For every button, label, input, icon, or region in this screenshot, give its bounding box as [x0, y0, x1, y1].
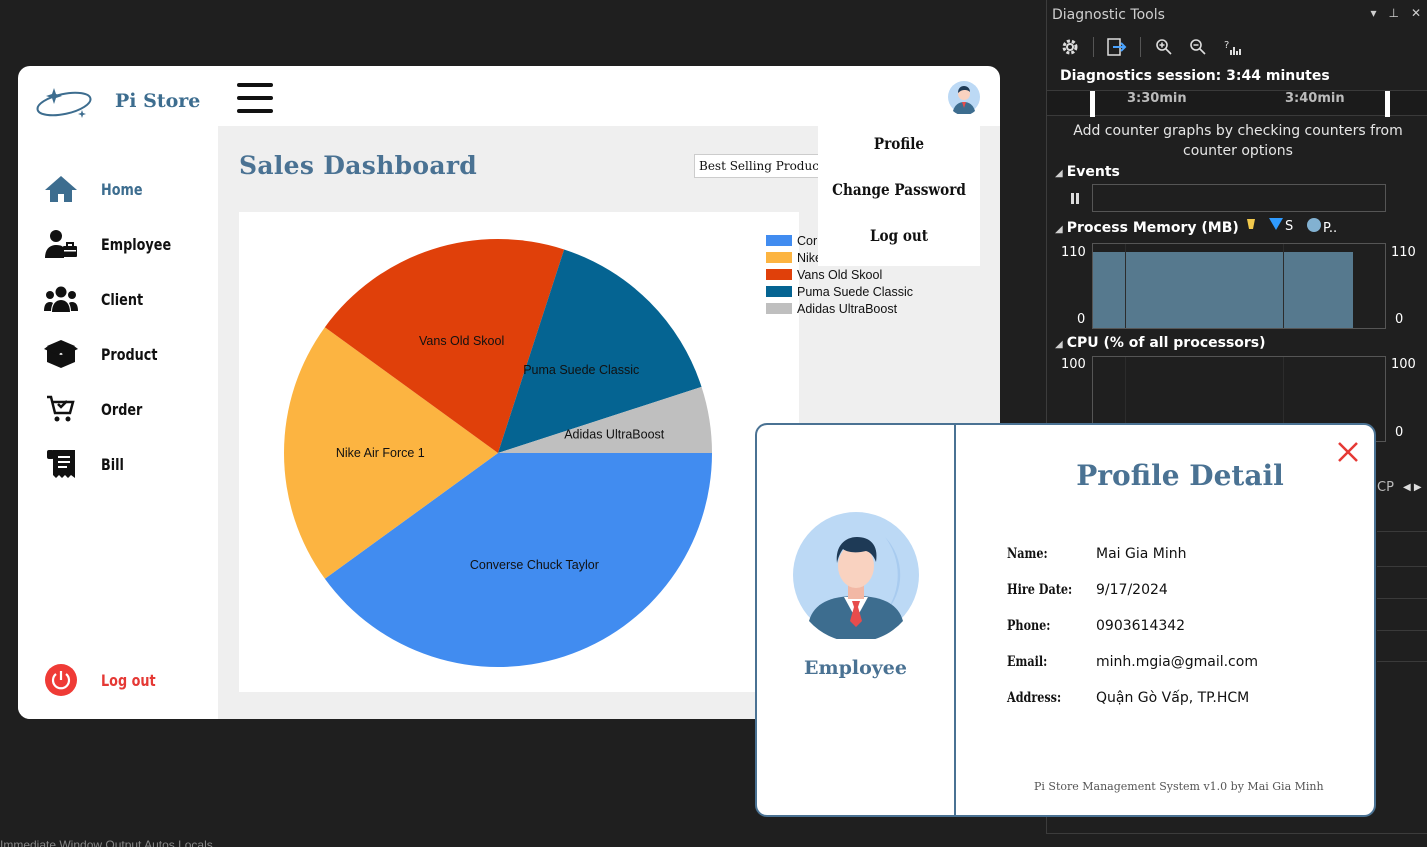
snapshot-marker-icon — [1246, 218, 1256, 236]
profile-field-address: Address: Quận Gò Vấp, TP.HCM — [1007, 690, 1250, 706]
menu-item-profile[interactable]: Profile — [830, 134, 968, 153]
employee-icon — [42, 227, 80, 261]
hamburger-menu-icon[interactable] — [237, 83, 273, 113]
pause-icon[interactable] — [1071, 193, 1081, 204]
legend-swatch — [766, 269, 792, 280]
legend-swatch — [766, 286, 792, 297]
sidebar-item-order[interactable]: Order — [42, 392, 142, 426]
legend-swatch — [766, 252, 792, 263]
product-icon — [42, 337, 80, 371]
memory-legend-s: S — [1269, 218, 1293, 234]
user-avatar-button[interactable] — [947, 80, 981, 116]
timeline-tick: 3:30min — [1127, 91, 1187, 106]
zoom-out-icon[interactable] — [1187, 36, 1209, 58]
pie-slice-label: Converse Chuck Taylor — [470, 558, 599, 572]
power-icon — [42, 663, 80, 697]
memory-graph — [1092, 243, 1386, 329]
cpu-axis-max: 100 — [1061, 357, 1086, 372]
diagnostic-toolbar: ? — [1059, 36, 1243, 58]
memory-axis-min: 0 — [1077, 312, 1086, 327]
diagnostic-tools-title: Diagnostic Tools — [1052, 7, 1165, 23]
menu-item-logout[interactable]: Log out — [830, 226, 968, 245]
timeline-start-handle[interactable] — [1090, 91, 1095, 117]
app-footer-credit: Pi Store Management System v1.0 by Mai G… — [1034, 780, 1324, 793]
store-logo — [34, 80, 94, 122]
profile-field-hire-date: Hire Date: 9/17/2024 — [1007, 582, 1168, 598]
close-icon[interactable] — [1337, 441, 1359, 463]
counter-hint: Add counter graphs by checking counters … — [1073, 123, 1403, 159]
memory-axis-max-right: 110 — [1391, 245, 1416, 260]
events-track — [1092, 184, 1386, 212]
tab-scroll-arrows-icon[interactable]: ◀ ▶ — [1403, 482, 1422, 493]
pie-slice-label: Adidas UltraBoost — [564, 428, 665, 442]
cpu-tab[interactable]: CP — [1377, 480, 1394, 495]
export-icon[interactable] — [1106, 36, 1128, 58]
dialog-title: Profile Detail — [1076, 459, 1284, 492]
session-duration: Diagnostics session: 3:44 minutes — [1060, 68, 1330, 84]
legend-item: Adidas UltraBoost — [766, 300, 913, 317]
order-icon — [42, 392, 80, 426]
cpu-axis-max-right: 100 — [1391, 357, 1416, 372]
sidebar-item-home[interactable]: Home — [42, 172, 143, 206]
menu-item-change-password[interactable]: Change Password — [830, 180, 968, 199]
profile-field-phone: Phone: 0903614342 — [1007, 618, 1186, 634]
profile-dropdown-menu: Profile Change Password Log out — [818, 126, 980, 266]
home-icon — [42, 172, 80, 206]
report-type-select[interactable]: Best Selling Products — [694, 154, 824, 178]
timeline-ruler[interactable]: 3:30min 3:40min — [1047, 90, 1427, 117]
panel-window-buttons: ▾ ⊥ ✕ — [1370, 6, 1421, 20]
settings-gear-icon[interactable] — [1059, 36, 1081, 58]
profile-detail-dialog: Employee Profile Detail Name: Mai Gia Mi… — [755, 423, 1376, 817]
memory-axis-max: 110 — [1061, 245, 1086, 260]
memory-axis-min-right: 0 — [1395, 312, 1404, 327]
zoom-in-icon[interactable] — [1153, 36, 1175, 58]
svg-text:?: ? — [1224, 40, 1229, 51]
profile-field-name: Name: Mai Gia Minh — [1007, 546, 1187, 562]
legend-item: Puma Suede Classic — [766, 283, 913, 300]
collapse-triangle-icon: ◢ — [1055, 224, 1063, 235]
events-section-header[interactable]: ◢ Events — [1055, 164, 1120, 180]
sidebar-item-employee[interactable]: Employee — [42, 227, 171, 261]
pie-chart-container: Converse Chuck Taylor Nike Air Force 1 Van… — [239, 212, 913, 692]
close-icon[interactable]: ✕ — [1411, 6, 1421, 20]
sidebar-item-bill[interactable]: Bill — [42, 447, 124, 481]
sidebar-item-product[interactable]: Product — [42, 337, 157, 371]
dropdown-arrow-icon[interactable]: ▾ — [1370, 6, 1376, 20]
pie-slice-label: Puma Suede Classic — [523, 363, 639, 377]
pin-icon[interactable]: ⊥ — [1388, 6, 1398, 20]
memory-usage-area — [1093, 252, 1353, 328]
sidebar-item-client[interactable]: Client — [42, 282, 143, 316]
collapse-triangle-icon: ◢ — [1055, 168, 1063, 179]
employee-avatar — [792, 511, 920, 643]
timeline-tick: 3:40min — [1285, 91, 1345, 106]
legend-item: Vans Old Skool — [766, 266, 913, 283]
profile-field-email: Email: minh.mgia@gmail.com — [1007, 654, 1258, 670]
cpu-axis-min-right: 0 — [1395, 425, 1404, 440]
pie-slice-label: Nike Air Force 1 — [336, 446, 425, 460]
pie-slice-label: Vans Old Skool — [419, 334, 504, 348]
chart-help-icon[interactable]: ? — [1221, 36, 1243, 58]
client-icon — [42, 282, 80, 316]
sidebar-logout-button[interactable]: Log out — [42, 663, 156, 697]
memory-section-header[interactable]: ◢ Process Memory (MB) — [1055, 220, 1239, 236]
bill-icon — [42, 447, 80, 481]
legend-swatch — [766, 303, 792, 314]
store-name: Pi Store — [115, 90, 201, 112]
memory-legend-p: P.. — [1307, 218, 1337, 236]
sidebar: Home Employee Client Product Order Bill … — [18, 126, 218, 719]
bottom-tool-window-tabs[interactable]: Immediate Window Output Autos Locals — [0, 838, 213, 847]
timeline-end-handle[interactable] — [1385, 91, 1390, 117]
employee-role: Employee — [804, 657, 907, 679]
page-title: Sales Dashboard — [239, 151, 478, 180]
collapse-triangle-icon: ◢ — [1055, 339, 1063, 350]
legend-swatch — [766, 235, 792, 246]
pie-chart: Converse Chuck Taylor Nike Air Force 1 Van… — [284, 238, 712, 667]
cpu-section-header[interactable]: ◢ CPU (% of all processors) — [1055, 335, 1266, 351]
